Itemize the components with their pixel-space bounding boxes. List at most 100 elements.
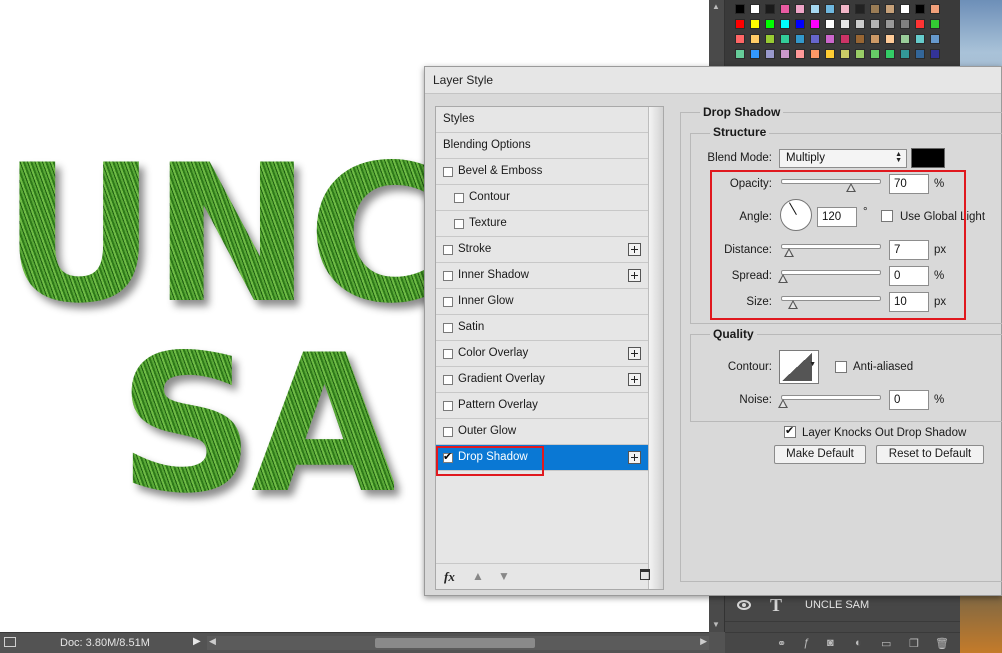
color-swatch[interactable] xyxy=(885,4,895,14)
color-swatch[interactable] xyxy=(825,34,835,44)
style-item-pattern-overlay[interactable]: Pattern Overlay xyxy=(436,393,648,419)
distance-slider[interactable] xyxy=(781,244,881,257)
mask-icon[interactable]: ◙ xyxy=(827,637,834,649)
color-swatch[interactable] xyxy=(810,4,820,14)
color-swatch[interactable] xyxy=(765,4,775,14)
add-instance-icon[interactable] xyxy=(628,451,641,464)
color-swatch[interactable] xyxy=(870,49,880,59)
color-swatch[interactable] xyxy=(795,4,805,14)
color-swatch[interactable] xyxy=(735,19,745,29)
color-swatch[interactable] xyxy=(855,34,865,44)
style-checkbox[interactable] xyxy=(443,427,453,437)
add-instance-icon[interactable] xyxy=(628,373,641,386)
play-icon[interactable]: ▶ xyxy=(193,636,201,647)
size-input[interactable]: 10 xyxy=(889,292,929,312)
spread-slider-knob[interactable] xyxy=(778,274,788,283)
blend-mode-select[interactable]: Multiply ▲ ▼ xyxy=(779,149,907,168)
scroll-left-icon[interactable]: ◀ xyxy=(209,636,216,647)
color-swatch[interactable] xyxy=(930,34,940,44)
move-down-icon[interactable]: ▼ xyxy=(498,569,510,583)
dialog-titlebar[interactable]: Layer Style xyxy=(425,67,1001,94)
styles-list-scrollbar[interactable] xyxy=(648,107,663,589)
style-item-texture[interactable]: Texture xyxy=(436,211,648,237)
scroll-right-icon[interactable]: ▶ xyxy=(700,636,707,647)
style-item-drop-shadow[interactable]: Drop Shadow xyxy=(436,445,648,471)
size-slider-knob[interactable] xyxy=(788,300,798,309)
color-swatch[interactable] xyxy=(915,49,925,59)
color-swatch[interactable] xyxy=(915,19,925,29)
color-swatch[interactable] xyxy=(810,34,820,44)
export-icon[interactable] xyxy=(4,637,16,647)
color-swatch[interactable] xyxy=(780,49,790,59)
style-checkbox[interactable] xyxy=(443,349,453,359)
color-swatch[interactable] xyxy=(870,34,880,44)
style-checkbox[interactable] xyxy=(443,297,453,307)
color-swatch[interactable] xyxy=(900,49,910,59)
color-swatch[interactable] xyxy=(915,34,925,44)
color-swatch[interactable] xyxy=(885,19,895,29)
add-instance-icon[interactable] xyxy=(628,243,641,256)
opacity-slider-knob[interactable] xyxy=(846,183,856,192)
color-swatch[interactable] xyxy=(780,19,790,29)
add-instance-icon[interactable] xyxy=(628,347,641,360)
make-default-button[interactable]: Make Default xyxy=(774,445,866,464)
dropdown-arrow-icon[interactable]: ▼ xyxy=(809,361,816,368)
color-swatch[interactable] xyxy=(780,4,790,14)
opacity-slider[interactable] xyxy=(781,179,881,192)
style-item-color-overlay[interactable]: Color Overlay xyxy=(436,341,648,367)
use-global-light-checkbox[interactable] xyxy=(881,210,893,222)
style-checkbox[interactable] xyxy=(443,323,453,333)
adjustment-icon[interactable]: ◐ xyxy=(855,637,862,649)
group-icon[interactable]: ▭ xyxy=(881,637,891,650)
color-swatch[interactable] xyxy=(825,4,835,14)
anti-aliased-checkbox[interactable] xyxy=(835,361,847,373)
color-swatch[interactable] xyxy=(855,4,865,14)
scroll-up-icon[interactable]: ▲ xyxy=(712,2,720,11)
horizontal-scrollbar[interactable]: ◀ ▶ xyxy=(207,636,709,650)
style-item-blending-options[interactable]: Blending Options xyxy=(436,133,648,159)
color-swatch[interactable] xyxy=(885,34,895,44)
distance-slider-knob[interactable] xyxy=(784,248,794,257)
color-swatch[interactable] xyxy=(840,19,850,29)
fx-icon[interactable]: ƒ xyxy=(803,637,809,649)
spread-input[interactable]: 0 xyxy=(889,266,929,286)
style-item-inner-glow[interactable]: Inner Glow xyxy=(436,289,648,315)
distance-input[interactable]: 7 xyxy=(889,240,929,260)
move-up-icon[interactable]: ▲ xyxy=(472,569,484,583)
color-swatch[interactable] xyxy=(915,4,925,14)
contour-picker[interactable]: ▼ xyxy=(779,350,819,384)
shadow-color-swatch[interactable] xyxy=(911,148,945,168)
color-swatch[interactable] xyxy=(885,49,895,59)
color-swatch[interactable] xyxy=(735,4,745,14)
visibility-eye-icon[interactable] xyxy=(737,600,751,610)
style-item-styles[interactable]: Styles xyxy=(436,107,648,133)
color-swatch[interactable] xyxy=(795,34,805,44)
style-checkbox[interactable] xyxy=(443,401,453,411)
color-swatch[interactable] xyxy=(900,34,910,44)
color-swatch[interactable] xyxy=(930,4,940,14)
color-swatch[interactable] xyxy=(810,49,820,59)
color-swatch[interactable] xyxy=(840,34,850,44)
color-swatch[interactable] xyxy=(825,19,835,29)
color-swatch[interactable] xyxy=(750,4,760,14)
color-swatch[interactable] xyxy=(870,19,880,29)
color-swatch[interactable] xyxy=(900,4,910,14)
color-swatch[interactable] xyxy=(930,49,940,59)
color-swatch[interactable] xyxy=(795,49,805,59)
noise-input[interactable]: 0 xyxy=(889,390,929,410)
size-slider[interactable] xyxy=(781,296,881,309)
style-checkbox[interactable] xyxy=(443,271,453,281)
angle-input[interactable]: 120 xyxy=(817,207,857,227)
noise-slider-knob[interactable] xyxy=(778,399,788,408)
style-checkbox[interactable] xyxy=(443,167,453,177)
color-swatch[interactable] xyxy=(870,4,880,14)
color-swatch[interactable] xyxy=(750,34,760,44)
color-swatch[interactable] xyxy=(765,49,775,59)
style-item-inner-shadow[interactable]: Inner Shadow xyxy=(436,263,648,289)
trash-icon[interactable] xyxy=(640,569,650,580)
style-item-bevel-emboss[interactable]: Bevel & Emboss xyxy=(436,159,648,185)
style-checkbox[interactable] xyxy=(454,193,464,203)
color-swatch[interactable] xyxy=(795,19,805,29)
opacity-input[interactable]: 70 xyxy=(889,174,929,194)
knockout-checkbox[interactable] xyxy=(784,424,796,438)
